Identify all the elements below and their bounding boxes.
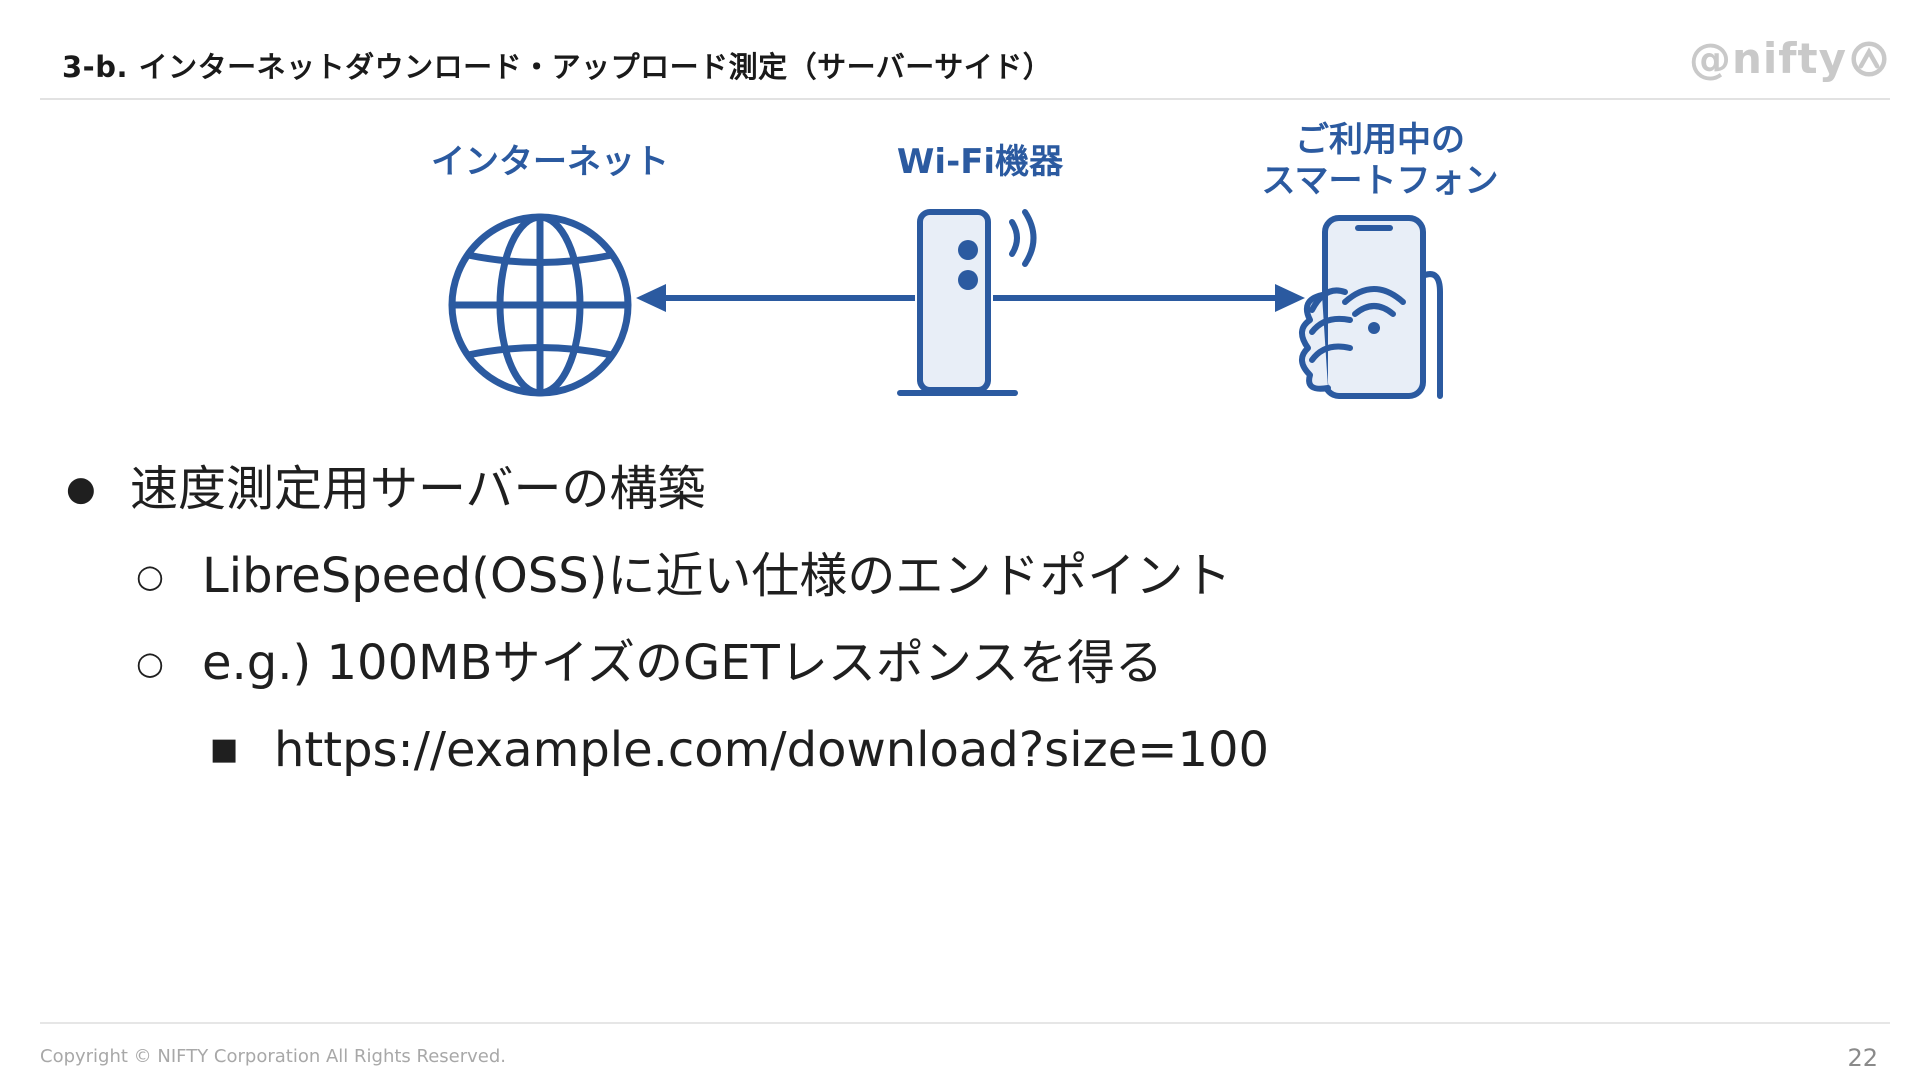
bullet-text: e.g.) 100MBサイズのGETレスポンスを得る xyxy=(202,634,1163,691)
bullet-text: LibreSpeed(OSS)に近い仕様のエンドポイント xyxy=(202,547,1232,604)
network-diagram: インターネット Wi-Fi機器 ご利用中の スマートフォン xyxy=(400,120,1520,410)
footer-divider xyxy=(40,1022,1890,1024)
header-divider xyxy=(40,98,1890,100)
bullet-marker: ● xyxy=(66,468,96,509)
globe-icon xyxy=(448,213,632,397)
brand-logo: @nifty xyxy=(1689,34,1887,83)
bullet-marker: ■ xyxy=(210,731,239,767)
diagram-artwork xyxy=(448,209,1443,399)
bullet-text: https://example.com/download?size=100 xyxy=(274,721,1270,778)
bullet-marker: ○ xyxy=(136,556,164,595)
copyright-text: Copyright © NIFTY Corporation All Rights… xyxy=(40,1046,507,1067)
page-number: 22 xyxy=(1847,1044,1878,1072)
bullet-list: ● 速度測定用サーバーの構築 ○ LibreSpeed(OSS)に近い仕様のエン… xyxy=(60,445,1860,793)
bullet-marker: ○ xyxy=(136,643,164,682)
brand-logo-text: @nifty xyxy=(1688,34,1847,83)
arrow-to-internet-icon xyxy=(636,284,915,312)
arrow-to-phone-icon xyxy=(993,284,1305,312)
list-item: ● 速度測定用サーバーの構築 xyxy=(60,445,1860,532)
list-item: ○ e.g.) 100MBサイズのGETレスポンスを得る xyxy=(60,619,1860,706)
bullet-text: 速度測定用サーバーの構築 xyxy=(130,460,706,517)
wifi-router-icon xyxy=(897,209,1037,396)
slide-title: 3-b. インターネットダウンロード・アップロード測定（サーバーサイド） xyxy=(62,50,1053,84)
list-item: ○ LibreSpeed(OSS)に近い仕様のエンドポイント xyxy=(60,532,1860,619)
brand-mark-icon xyxy=(1851,40,1887,77)
list-item: ■ https://example.com/download?size=100 xyxy=(60,706,1860,793)
